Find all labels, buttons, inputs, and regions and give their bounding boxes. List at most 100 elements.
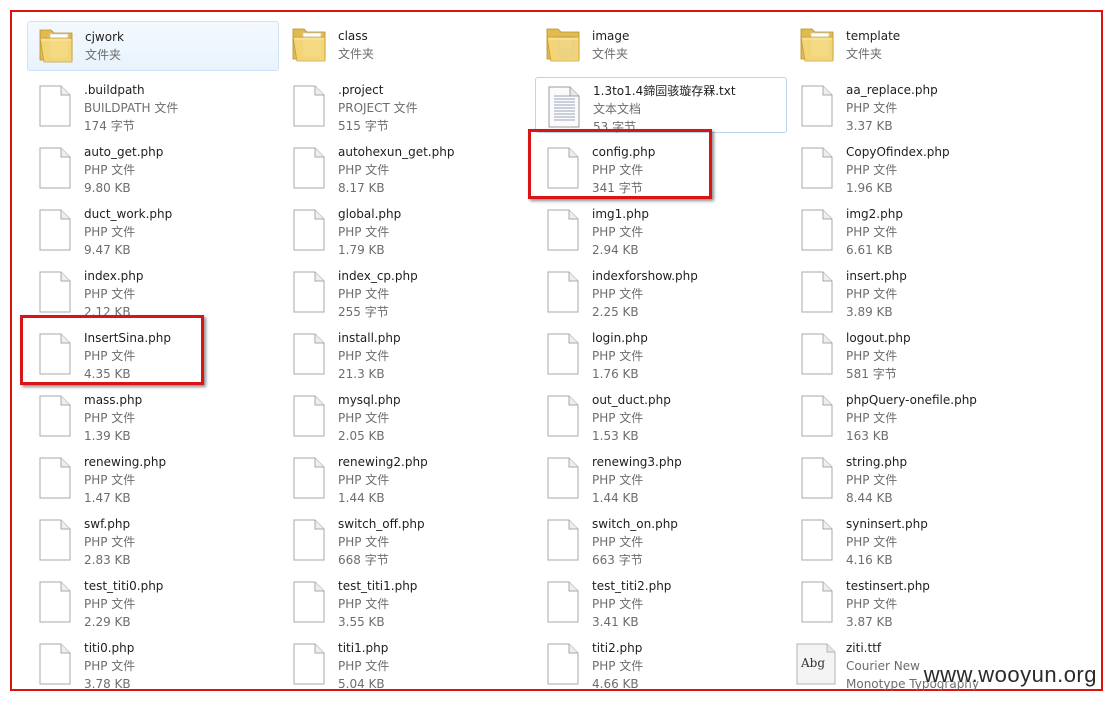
- file-size: 1.79 KB: [338, 243, 385, 257]
- file-type: PHP 文件: [846, 163, 898, 177]
- folder-name: template: [846, 29, 901, 43]
- file-size: 1.96 KB: [846, 181, 893, 195]
- file-item[interactable]: index_cp.php PHP 文件 255 字节: [281, 263, 533, 319]
- file-item[interactable]: duct_work.php PHP 文件 9.47 KB: [27, 201, 279, 257]
- file-item[interactable]: swf.php PHP 文件 2.83 KB: [27, 511, 279, 567]
- file-item[interactable]: switch_off.php PHP 文件 668 字节: [281, 511, 533, 567]
- file-item[interactable]: mysql.php PHP 文件 2.05 KB: [281, 387, 533, 443]
- generic-file-icon: [37, 519, 73, 561]
- file-item[interactable]: 1.3to1.4鍗囩骇璇存槑.txt 文本文档 53 字节: [535, 77, 787, 134]
- generic-file-icon: [545, 209, 581, 251]
- file-size: 4.16 KB: [846, 553, 893, 567]
- file-type: PHP 文件: [338, 535, 390, 549]
- watermark: www.wooyun.org: [923, 662, 1097, 687]
- file-item[interactable]: switch_on.php PHP 文件 663 字节: [535, 511, 787, 567]
- file-type: PHP 文件: [338, 473, 390, 487]
- file-item[interactable]: auto_get.php PHP 文件 9.80 KB: [27, 139, 279, 195]
- file-item[interactable]: titi2.php PHP 文件 4.66 KB: [535, 635, 787, 691]
- file-name: mass.php: [84, 393, 143, 407]
- file-item[interactable]: login.php PHP 文件 1.76 KB: [535, 325, 787, 381]
- generic-file-icon: [37, 457, 73, 499]
- generic-file-icon: [799, 271, 835, 313]
- file-item[interactable]: indexforshow.php PHP 文件 2.25 KB: [535, 263, 787, 319]
- file-item[interactable]: renewing.php PHP 文件 1.47 KB: [27, 449, 279, 505]
- folder-icon: [799, 23, 835, 65]
- file-item[interactable]: .project PROJECT 文件 515 字节: [281, 77, 533, 133]
- file-item[interactable]: mass.php PHP 文件 1.39 KB: [27, 387, 279, 443]
- file-name: 1.3to1.4鍗囩骇璇存槑.txt: [593, 84, 736, 98]
- file-name: titi1.php: [338, 641, 389, 655]
- file-size: 3.87 KB: [846, 615, 893, 629]
- file-type: PHP 文件: [846, 101, 898, 115]
- file-type: PHP 文件: [846, 349, 898, 363]
- file-item[interactable]: renewing2.php PHP 文件 1.44 KB: [281, 449, 533, 505]
- generic-file-icon: [545, 271, 581, 313]
- file-name: phpQuery-onefile.php: [846, 393, 977, 407]
- file-item[interactable]: titi1.php PHP 文件 5.04 KB: [281, 635, 533, 691]
- file-name: global.php: [338, 207, 402, 221]
- file-item[interactable]: install.php PHP 文件 21.3 KB: [281, 325, 533, 381]
- file-name: CopyOfindex.php: [846, 145, 950, 159]
- file-size: 8.44 KB: [846, 491, 893, 505]
- file-item[interactable]: aa_replace.php PHP 文件 3.37 KB: [789, 77, 1041, 133]
- file-item[interactable]: phpQuery-onefile.php PHP 文件 163 KB: [789, 387, 1041, 443]
- file-name: switch_off.php: [338, 517, 425, 531]
- file-type: Courier New: [846, 659, 920, 673]
- file-type: 文本文档: [593, 102, 642, 116]
- file-type: PHP 文件: [592, 473, 644, 487]
- generic-file-icon: [799, 581, 835, 623]
- file-item[interactable]: index.php PHP 文件 2.12 KB: [27, 263, 279, 319]
- file-name: syninsert.php: [846, 517, 928, 531]
- file-type: PHP 文件: [846, 597, 898, 611]
- folder-type: 文件夹: [85, 48, 122, 62]
- generic-file-icon: [37, 209, 73, 251]
- folder-item[interactable]: class 文件夹: [281, 21, 533, 71]
- file-type: PHP 文件: [338, 163, 390, 177]
- folder-name: class: [338, 29, 368, 43]
- file-item[interactable]: test_titi2.php PHP 文件 3.41 KB: [535, 573, 787, 629]
- file-type: PHP 文件: [592, 659, 644, 673]
- folder-name: cjwork: [85, 30, 124, 44]
- generic-file-icon: [799, 147, 835, 189]
- folder-item[interactable]: cjwork 文件夹: [27, 21, 279, 71]
- file-item[interactable]: titi0.php PHP 文件 3.78 KB: [27, 635, 279, 691]
- file-name: titi0.php: [84, 641, 135, 655]
- file-size: 3.55 KB: [338, 615, 385, 629]
- file-name: test_titi0.php: [84, 579, 164, 593]
- file-name: renewing.php: [84, 455, 167, 469]
- folder-item[interactable]: template 文件夹: [789, 21, 1041, 71]
- file-name: test_titi1.php: [338, 579, 418, 593]
- file-type: PHP 文件: [84, 411, 136, 425]
- file-item[interactable]: test_titi1.php PHP 文件 3.55 KB: [281, 573, 533, 629]
- generic-file-icon: [291, 643, 327, 685]
- file-item[interactable]: img1.php PHP 文件 2.94 KB: [535, 201, 787, 257]
- file-item[interactable]: renewing3.php PHP 文件 1.44 KB: [535, 449, 787, 505]
- file-item[interactable]: img2.php PHP 文件 6.61 KB: [789, 201, 1041, 257]
- font-file-icon: Abg: [795, 643, 837, 685]
- file-item[interactable]: global.php PHP 文件 1.79 KB: [281, 201, 533, 257]
- file-size: 2.83 KB: [84, 553, 131, 567]
- file-name: index_cp.php: [338, 269, 418, 283]
- file-item[interactable]: CopyOfindex.php PHP 文件 1.96 KB: [789, 139, 1041, 195]
- file-item[interactable]: .buildpath BUILDPATH 文件 174 字节: [27, 77, 279, 133]
- file-type: PHP 文件: [592, 349, 644, 363]
- file-item[interactable]: autohexun_get.php PHP 文件 8.17 KB: [281, 139, 533, 195]
- file-type: PHP 文件: [592, 411, 644, 425]
- file-item[interactable]: insert.php PHP 文件 3.89 KB: [789, 263, 1041, 319]
- file-name: img2.php: [846, 207, 903, 221]
- file-size: 1.44 KB: [338, 491, 385, 505]
- file-size: 3.89 KB: [846, 305, 893, 319]
- file-item[interactable]: string.php PHP 文件 8.44 KB: [789, 449, 1041, 505]
- file-type: PHP 文件: [592, 287, 644, 301]
- file-item[interactable]: syninsert.php PHP 文件 4.16 KB: [789, 511, 1041, 567]
- file-name: insert.php: [846, 269, 907, 283]
- file-type: PHP 文件: [338, 287, 390, 301]
- font-sample-text: Abg: [801, 656, 826, 670]
- file-name: swf.php: [84, 517, 131, 531]
- file-item[interactable]: testinsert.php PHP 文件 3.87 KB: [789, 573, 1041, 629]
- file-size: 668 字节: [338, 553, 389, 567]
- folder-item[interactable]: image 文件夹: [535, 21, 787, 71]
- file-item[interactable]: test_titi0.php PHP 文件 2.29 KB: [27, 573, 279, 629]
- file-item[interactable]: out_duct.php PHP 文件 1.53 KB: [535, 387, 787, 443]
- file-item[interactable]: logout.php PHP 文件 581 字节: [789, 325, 1041, 381]
